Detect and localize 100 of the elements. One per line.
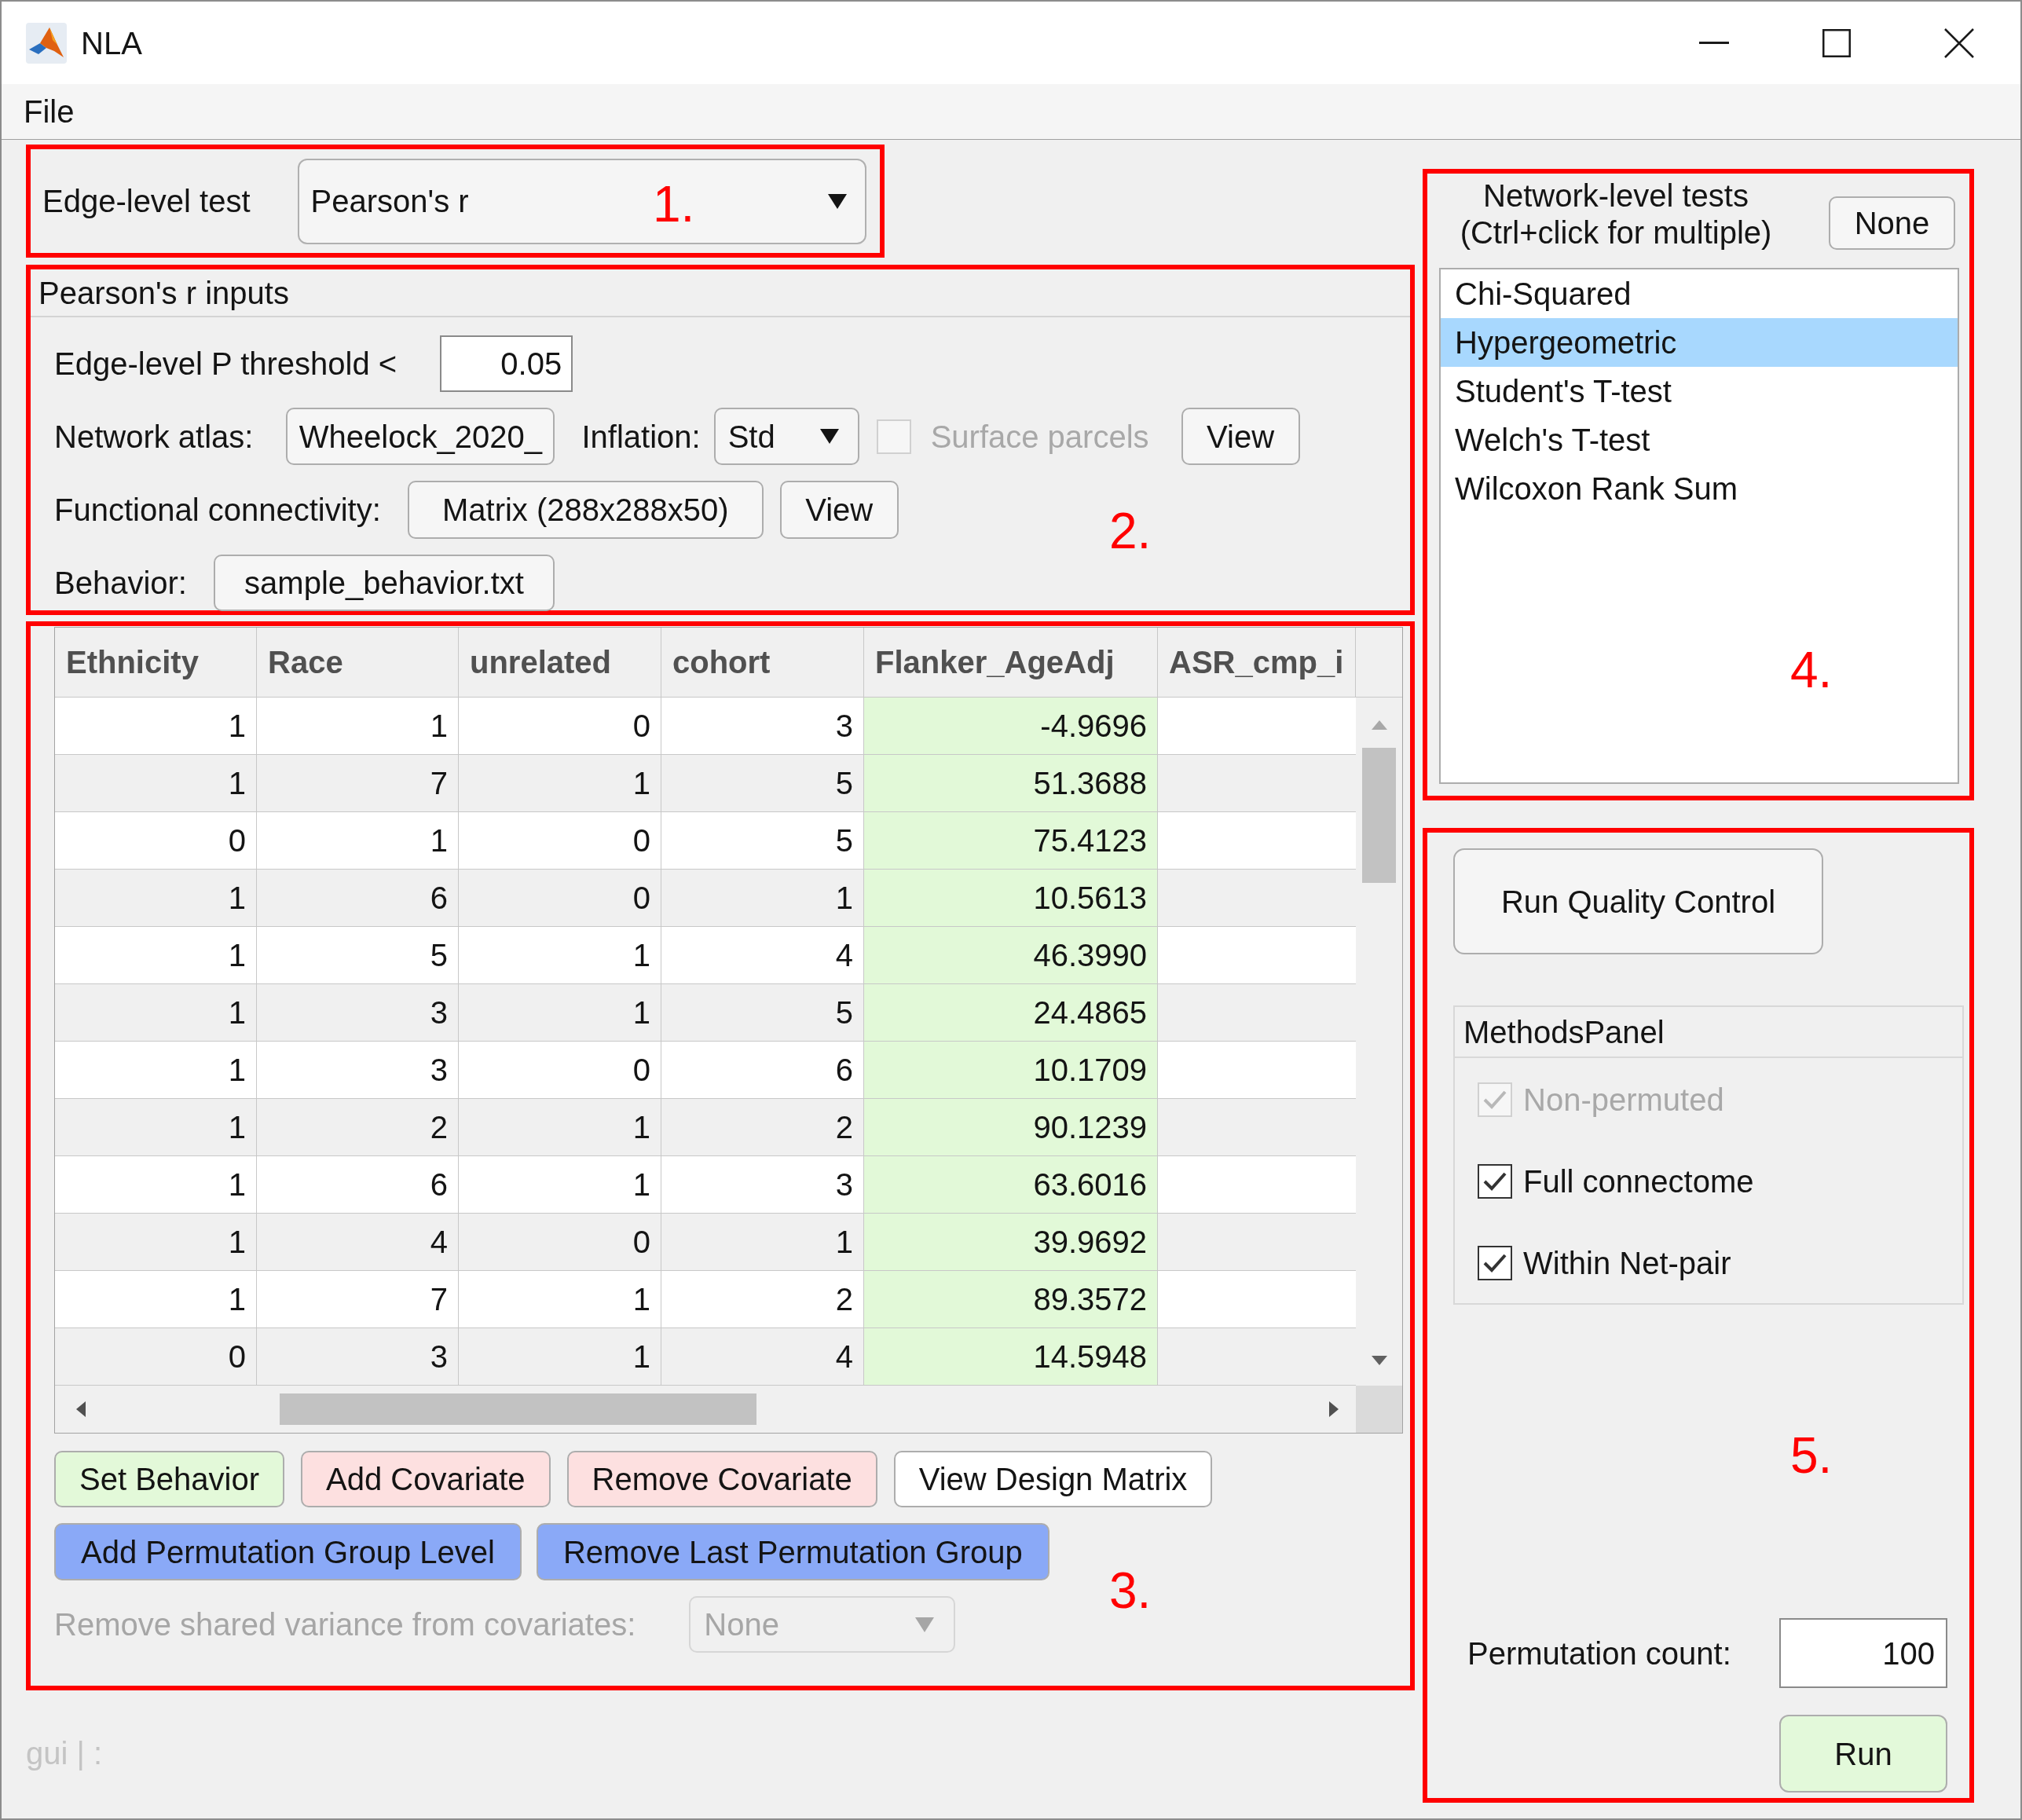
table-cell: 2	[257, 1099, 458, 1156]
caret-right-icon[interactable]	[1329, 1401, 1339, 1417]
horizontal-scrollbar[interactable]	[55, 1386, 1356, 1433]
field-label: Network atlas:	[54, 420, 254, 452]
vertical-scrollbar[interactable]	[1356, 698, 1402, 1386]
table-cell: 1	[55, 1214, 256, 1271]
table-cell: 1	[459, 755, 661, 812]
annotation-number: 4.	[1790, 645, 1833, 695]
action-button[interactable]: Add Permutation Group Level	[54, 1523, 522, 1580]
view-button[interactable]: View	[779, 481, 899, 539]
table-cell: 3	[257, 1328, 458, 1386]
action-button[interactable]: Set Behavior	[54, 1451, 285, 1507]
table-cell: 1	[459, 1328, 661, 1386]
field-label: Remove shared variance from covariates:	[54, 1609, 636, 1640]
field-label: Edge-level P threshold <	[54, 348, 397, 379]
action-button[interactable]: Remove Covariate	[566, 1451, 877, 1507]
dropdown-value: Pearson's r	[310, 185, 469, 217]
dropdown-value: None	[704, 1609, 779, 1640]
permutation-count-field[interactable]: 100	[1779, 1618, 1947, 1688]
maximize-icon	[1822, 28, 1851, 57]
panel-title: Pearson's r inputs	[38, 276, 289, 309]
caret-down-icon[interactable]	[1371, 1356, 1387, 1365]
table-cell: 51.3688	[864, 755, 1157, 812]
table-cell: 2	[661, 1099, 863, 1156]
table-cell: 5	[661, 755, 863, 812]
close-icon	[1944, 27, 1974, 58]
annotation-number: 5.	[1790, 1430, 1833, 1481]
column-header: unrelated	[459, 628, 661, 697]
table-cell: 10.5613	[864, 870, 1157, 927]
action-button[interactable]: View Design Matrix	[893, 1451, 1213, 1507]
column-header: Race	[257, 628, 459, 697]
table-cell: 3	[257, 984, 458, 1042]
behavior-file-button[interactable]: sample_behavior.txt	[214, 555, 555, 611]
panel-title: MethodsPanel	[1463, 1016, 1665, 1048]
table-cell: 4	[257, 1214, 458, 1271]
table-cell: 5	[661, 984, 863, 1042]
table-cell: 6	[257, 870, 458, 927]
table-cell: 90.1239	[864, 1099, 1157, 1156]
column-header: cohort	[661, 628, 864, 697]
caret-left-icon[interactable]	[76, 1401, 86, 1417]
checkmark-icon	[1483, 1172, 1507, 1191]
annotation-number: 3.	[1109, 1565, 1152, 1616]
checkbox-label: Full connectome	[1523, 1166, 1754, 1197]
app-icon	[26, 22, 67, 64]
caret-down-icon	[819, 429, 839, 444]
atlas-button[interactable]: Wheelock_2020_	[286, 408, 555, 465]
run-button[interactable]: Run	[1779, 1715, 1947, 1793]
list-title: Network-level tests	[1483, 178, 1749, 214]
checkbox[interactable]	[1478, 1164, 1512, 1199]
inflation-dropdown[interactable]: Std	[713, 408, 859, 465]
minimize-icon	[1699, 42, 1729, 44]
quality-control-button[interactable]: Run Quality Control	[1453, 848, 1823, 954]
field-label: Behavior:	[54, 567, 187, 599]
table-cell: 0	[459, 870, 661, 927]
caret-down-icon	[827, 193, 847, 209]
field-label: Inflation:	[581, 420, 701, 452]
scrollbar-thumb[interactable]	[1362, 748, 1396, 883]
table-cell: 1	[55, 870, 256, 927]
dropdown-value: Std	[727, 420, 775, 452]
column-header: ASR_cmp_i	[1158, 628, 1356, 697]
table-cell: 10.1709	[864, 1042, 1157, 1099]
table-cell: 0	[459, 1214, 661, 1271]
field-label: Edge-level test	[42, 185, 251, 217]
table-cell: 0	[55, 1328, 256, 1386]
table-cell: 89.3572	[864, 1271, 1157, 1328]
menu-item[interactable]: File	[14, 84, 84, 139]
table-cell: 24.4865	[864, 984, 1157, 1042]
checkbox[interactable]	[1478, 1246, 1512, 1280]
table-cell: 75.4123	[864, 812, 1157, 870]
table-cell: 1	[55, 984, 256, 1042]
table-cell: 1	[55, 1099, 256, 1156]
checkbox-label: Surface parcels	[930, 420, 1149, 452]
checkbox-label: Within Net-pair	[1523, 1247, 1731, 1279]
field-label: Permutation count:	[1467, 1637, 1731, 1669]
table-cell: 46.3990	[864, 927, 1157, 984]
none-button[interactable]: None	[1829, 196, 1955, 250]
scrollbar-thumb[interactable]	[280, 1393, 756, 1425]
caret-up-icon[interactable]	[1371, 720, 1387, 730]
view-button[interactable]: View	[1181, 408, 1300, 465]
table-cell: 1	[661, 870, 863, 927]
annotation-number: 2.	[1109, 506, 1152, 556]
window-title: NLA	[81, 27, 142, 59]
checkmark-icon	[1483, 1090, 1507, 1109]
matrix-button[interactable]: Matrix (288x288x50)	[407, 481, 764, 539]
annotation-number: 1.	[653, 179, 695, 229]
table-cell: 7	[257, 755, 458, 812]
list-hint: (Ctrl+click for multiple)	[1460, 214, 1772, 251]
table-cell: 1	[661, 1214, 863, 1271]
threshold-field[interactable]: 0.05	[440, 335, 573, 392]
checkmark-icon	[1483, 1254, 1507, 1273]
table-cell: -4.9696	[864, 698, 1157, 755]
table-cell: 1	[55, 755, 256, 812]
table-cell: 39.9692	[864, 1214, 1157, 1271]
list-item[interactable]: Hypergeometric	[1441, 318, 1958, 367]
action-button[interactable]: Remove Last Permutation Group	[537, 1523, 1049, 1580]
field-label: Functional connectivity:	[54, 494, 381, 525]
action-button[interactable]: Add Covariate	[301, 1451, 551, 1507]
caret-down-icon	[915, 1617, 935, 1632]
table-cell: 1	[459, 1099, 661, 1156]
table-cell: 4	[661, 1328, 863, 1386]
